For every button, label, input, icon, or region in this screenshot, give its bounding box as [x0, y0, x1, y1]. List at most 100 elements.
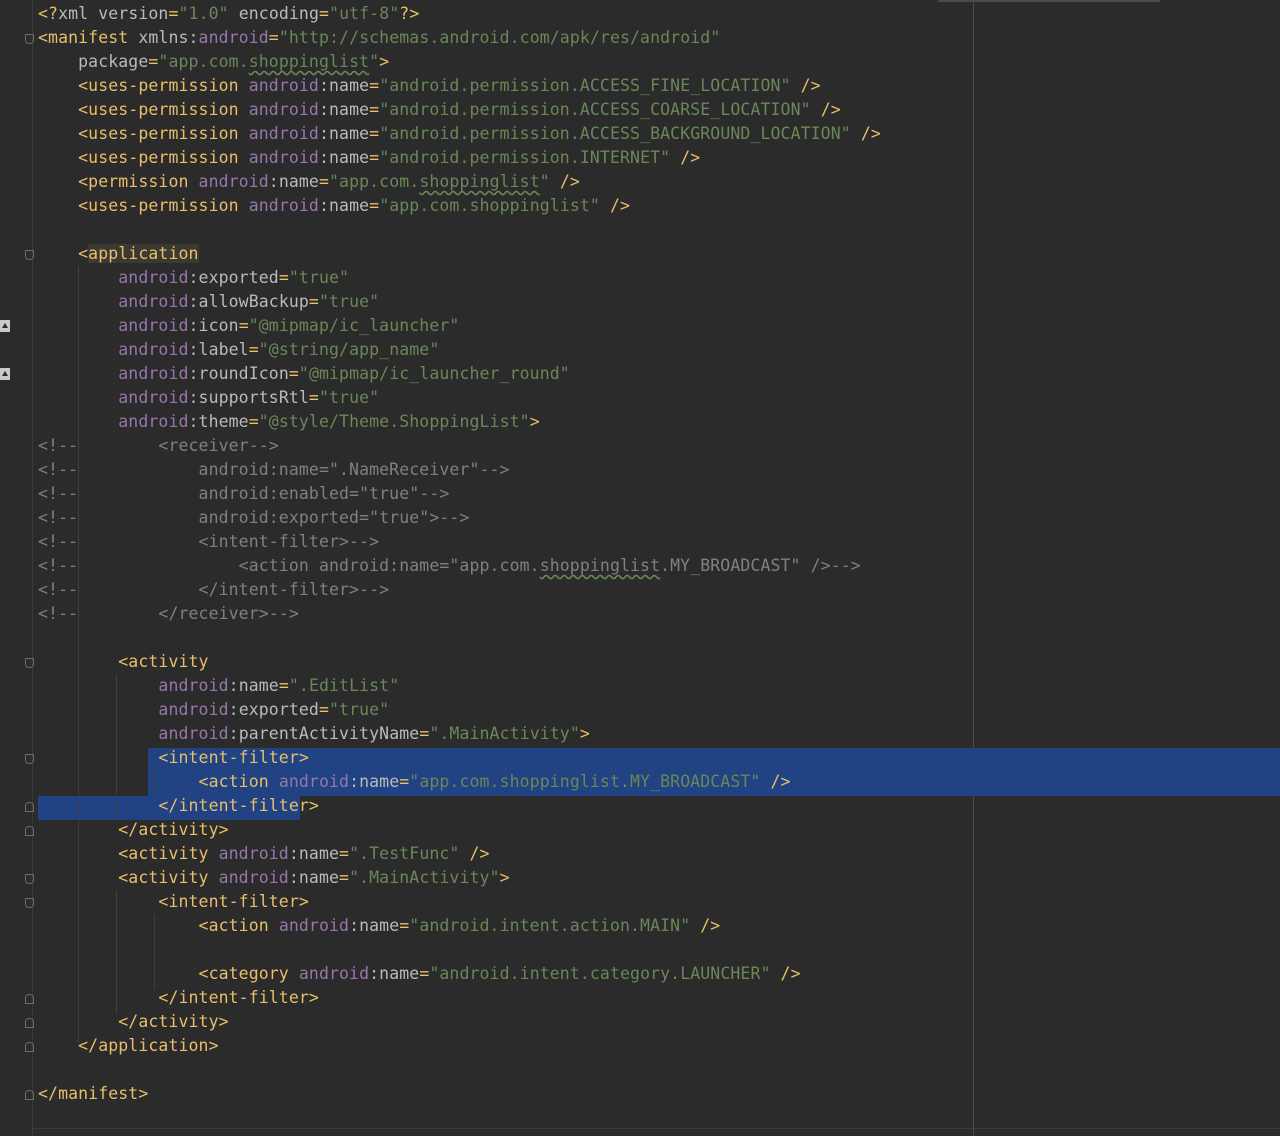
fold-icon[interactable]	[25, 1042, 34, 1052]
fold-icon[interactable]	[25, 1018, 34, 1028]
code-token: "android.permission.ACCESS_FINE_LOCATION…	[379, 76, 791, 95]
code-token: android	[38, 388, 189, 407]
fold-icon[interactable]	[25, 34, 34, 44]
fold-icon[interactable]	[25, 898, 34, 908]
fold-icon[interactable]	[25, 754, 34, 764]
code-token: =	[339, 868, 350, 887]
code-line[interactable]: android:supportsRtl="true"	[38, 386, 379, 410]
fold-icon[interactable]	[25, 1090, 34, 1100]
code-line[interactable]: <!-- android:name=".NameReceiver"-->	[38, 458, 510, 482]
code-token: >	[529, 412, 540, 431]
code-token: "true"	[288, 268, 350, 287]
code-line[interactable]: <category android:name="android.intent.c…	[38, 962, 801, 986]
code-token: :icon	[188, 316, 239, 335]
code-line[interactable]: <uses-permission android:name="android.p…	[38, 146, 700, 170]
code-token: "utf-8"	[329, 4, 400, 23]
code-line[interactable]: android:name=".EditList"	[38, 674, 399, 698]
code-line[interactable]: <activity	[38, 650, 209, 674]
code-line[interactable]: <action android:name="android.intent.act…	[38, 914, 721, 938]
code-token: ".MainActivity"	[429, 724, 580, 743]
code-line[interactable]: android:roundIcon="@mipmap/ic_launcher_r…	[38, 362, 570, 386]
code-token: :name	[318, 148, 370, 167]
code-token: "@mipmap/ic_launcher"	[248, 316, 460, 335]
code-line[interactable]: <intent-filter>	[38, 890, 309, 914]
code-token: <manifest	[38, 28, 139, 47]
code-line[interactable]: </application>	[38, 1034, 219, 1058]
code-token: "	[369, 52, 380, 71]
code-line[interactable]: android:exported="true"	[38, 266, 349, 290]
code-line[interactable]: <action android:name="app.com.shoppingli…	[38, 770, 791, 794]
fold-icon[interactable]	[25, 802, 34, 812]
fold-icon[interactable]	[25, 658, 34, 668]
code-line[interactable]: android:allowBackup="true"	[38, 290, 379, 314]
code-line[interactable]: <uses-permission android:name="android.p…	[38, 74, 821, 98]
code-line[interactable]: <uses-permission android:name="app.com.s…	[38, 194, 630, 218]
fold-icon[interactable]	[25, 874, 34, 884]
code-token: application	[88, 244, 199, 263]
code-token: <!-- android:exported="true">-->	[38, 508, 470, 527]
code-line[interactable]: <activity android:name=".TestFunc" />	[38, 842, 490, 866]
code-line[interactable]: <uses-permission android:name="android.p…	[38, 122, 881, 146]
code-token: <!-- android:enabled="true"-->	[38, 484, 450, 503]
code-token: :name	[349, 772, 400, 791]
code-token: =	[319, 4, 330, 23]
code-line[interactable]: android:exported="true"	[38, 698, 389, 722]
code-token: version	[98, 4, 169, 23]
code-token: ".EditList"	[288, 676, 400, 695]
code-line[interactable]: package="app.com.shoppinglist">	[38, 50, 389, 74]
code-token: ".MainActivity"	[349, 868, 500, 887]
code-line[interactable]: <activity android:name=".MainActivity">	[38, 866, 510, 890]
code-token: :name	[228, 676, 279, 695]
code-line[interactable]: <application	[38, 242, 199, 266]
code-token: "android.permission.ACCESS_BACKGROUND_LO…	[379, 124, 851, 143]
code-token: =	[399, 772, 410, 791]
code-token: "app.com.shoppinglist"	[379, 196, 600, 215]
code-token: =	[399, 916, 410, 935]
code-token: =	[369, 100, 380, 119]
fold-icon[interactable]	[25, 994, 34, 1004]
code-line[interactable]: <uses-permission android:name="android.p…	[38, 98, 841, 122]
code-token: :roundIcon	[188, 364, 289, 383]
code-line[interactable]: <intent-filter>	[38, 746, 309, 770]
code-line[interactable]: </intent-filter>	[38, 794, 319, 818]
code-line[interactable]: <!-- <action android:name="app.com.shopp…	[38, 554, 861, 578]
code-line[interactable]: <!-- <receiver-->	[38, 434, 279, 458]
fold-icon[interactable]	[25, 250, 34, 260]
code-line[interactable]: android:icon="@mipmap/ic_launcher"	[38, 314, 459, 338]
code-line[interactable]: android:parentActivityName=".MainActivit…	[38, 722, 590, 746]
code-line[interactable]: <!-- </intent-filter>-->	[38, 578, 389, 602]
code-token: =	[248, 412, 259, 431]
code-token: "1.0"	[178, 4, 229, 23]
code-line[interactable]: <permission android:name="app.com.shoppi…	[38, 170, 580, 194]
code-line[interactable]: </activity>	[38, 818, 229, 842]
code-token: </intent-filter>	[38, 988, 319, 1007]
code-token: />	[599, 196, 631, 215]
code-line[interactable]: <manifest xmlns:android="http://schemas.…	[38, 26, 720, 50]
code-token: ?>	[399, 4, 420, 23]
code-token: android	[38, 700, 229, 719]
code-token: shoppinglist	[248, 52, 370, 71]
code-token: />	[690, 916, 721, 935]
image-preview-icon[interactable]	[0, 320, 10, 332]
editor-gutter[interactable]	[0, 0, 33, 1136]
fold-icon[interactable]	[25, 826, 34, 836]
code-line[interactable]: <!-- </receiver>-->	[38, 602, 299, 626]
code-line[interactable]: <!-- android:enabled="true"-->	[38, 482, 449, 506]
code-line[interactable]: </manifest>	[38, 1082, 148, 1106]
code-token: <activity	[38, 868, 219, 887]
code-line[interactable]: </activity>	[38, 1010, 229, 1034]
code-token: android	[198, 172, 269, 191]
code-token: "app.com.	[329, 172, 420, 191]
code-token: <intent-filter>	[38, 748, 309, 767]
code-line[interactable]: </intent-filter>	[38, 986, 319, 1010]
code-token: </application>	[38, 1036, 219, 1055]
image-preview-icon[interactable]	[0, 368, 10, 380]
code-line[interactable]: <?xml version="1.0" encoding="utf-8"?>	[38, 2, 419, 26]
code-token: </manifest>	[38, 1084, 149, 1103]
code-line[interactable]: android:label="@string/app_name"	[38, 338, 439, 362]
code-token: />	[810, 100, 841, 119]
code-line[interactable]: android:theme="@style/Theme.ShoppingList…	[38, 410, 540, 434]
code-line[interactable]: <!-- <intent-filter>-->	[38, 530, 379, 554]
code-line[interactable]: <!-- android:exported="true">-->	[38, 506, 469, 530]
code-token: =	[308, 292, 319, 311]
